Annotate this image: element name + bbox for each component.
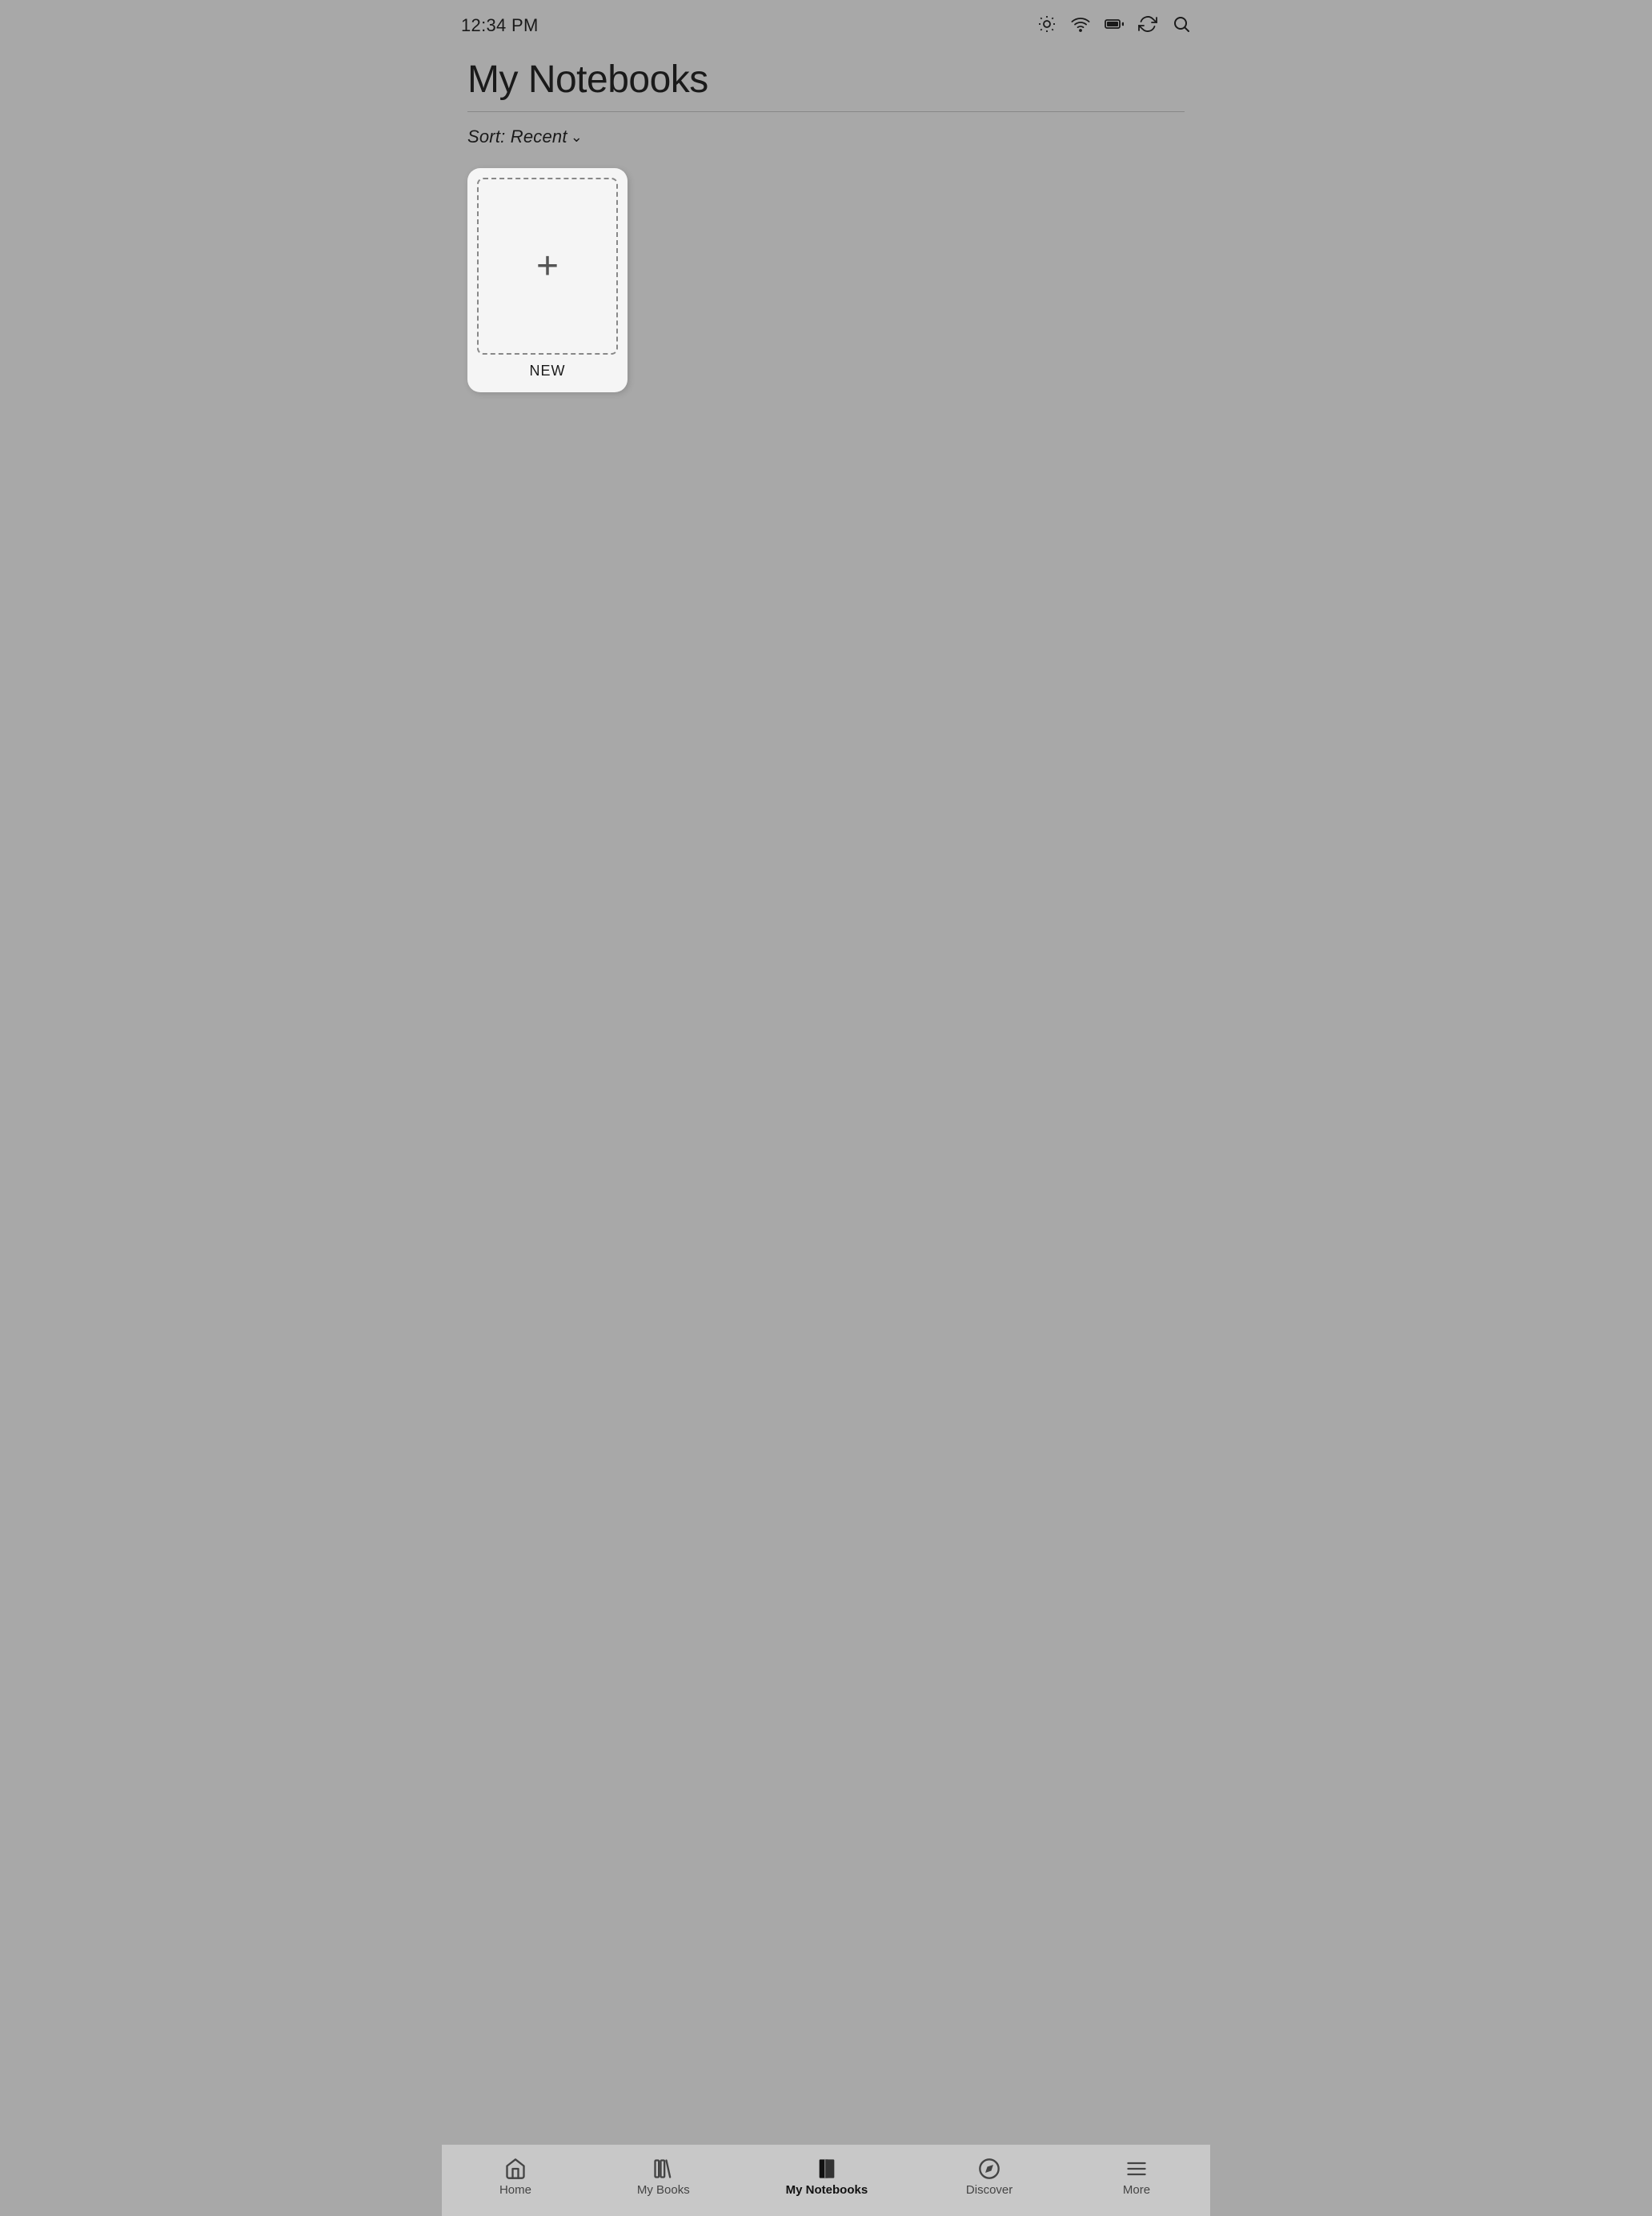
new-notebook-label: NEW [477,363,618,383]
wifi-icon [1071,14,1090,37]
nav-item-discover[interactable]: Discover [957,2154,1021,2200]
main-content: + NEW [442,162,1210,2144]
nav-label-my-books: My Books [637,2183,690,2197]
nav-label-my-notebooks: My Notebooks [786,2183,868,2197]
status-bar: 12:34 PM [442,0,1210,45]
chevron-down-icon: ⌄ [571,129,583,146]
nav-item-my-books[interactable]: My Books [631,2154,696,2200]
more-icon [1125,2158,1148,2180]
plus-icon: + [536,247,559,286]
nav-item-my-notebooks[interactable]: My Notebooks [780,2154,875,2200]
status-time: 12:34 PM [461,15,539,36]
bottom-nav: Home My Books My Notebooks Discover [442,2144,1210,2216]
home-icon [504,2158,527,2180]
nav-item-home[interactable]: Home [483,2154,547,2200]
nav-label-home: Home [499,2183,531,2197]
page-title: My Notebooks [467,58,1185,102]
nav-label-discover: Discover [966,2183,1012,2197]
my-notebooks-icon [816,2158,838,2180]
sort-bar: Sort: Recent ⌄ [442,112,1210,162]
new-notebook-card[interactable]: + NEW [467,168,628,392]
page-header: My Notebooks [442,45,1210,111]
search-icon[interactable] [1172,14,1191,37]
status-icons [1037,14,1191,37]
sort-label: Sort: Recent [467,126,567,147]
discover-icon [978,2158,1000,2180]
notebooks-grid: + NEW [467,168,1185,392]
sync-icon [1138,14,1157,37]
nav-label-more: More [1123,2183,1150,2197]
battery-icon [1105,14,1124,37]
brightness-icon [1037,14,1057,37]
sort-button[interactable]: Sort: Recent ⌄ [467,126,583,147]
my-books-icon [652,2158,675,2180]
new-notebook-inner: + [477,178,618,355]
nav-item-more[interactable]: More [1105,2154,1169,2200]
